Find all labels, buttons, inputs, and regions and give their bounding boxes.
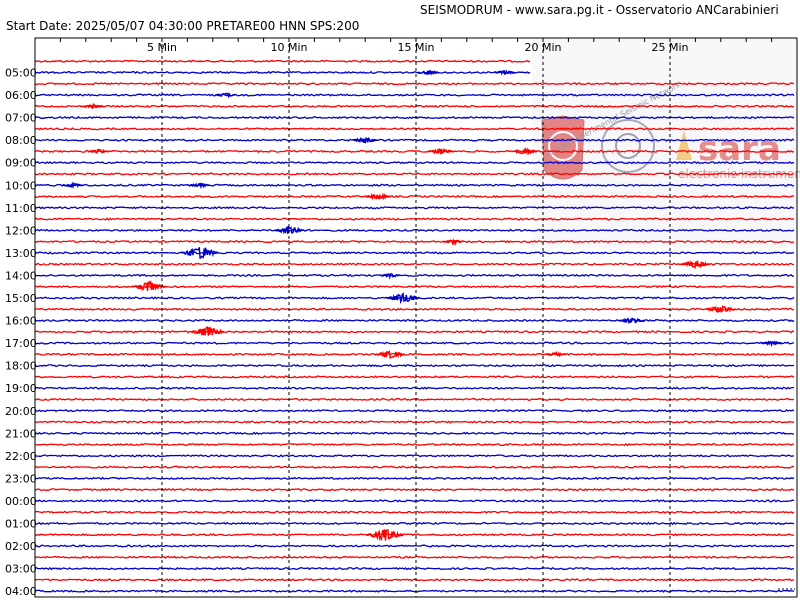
event-mark-10	[365, 192, 391, 201]
trace-line-24	[34, 330, 795, 334]
hour-label-0900: 09:00	[5, 157, 37, 170]
trace-line-22	[34, 307, 795, 311]
trace-line-19	[34, 273, 795, 278]
hour-label-1600: 16:00	[5, 315, 37, 328]
trace-line-41	[34, 521, 795, 526]
event-mark-12	[443, 238, 464, 247]
trace-line-17	[34, 251, 795, 255]
hour-label-1500: 15:00	[5, 292, 37, 305]
hour-label-2100: 21:00	[5, 427, 37, 440]
trace-line-25	[34, 341, 795, 345]
hour-label-0400: 04:00	[5, 585, 37, 598]
trace-line-15	[34, 228, 795, 232]
trace-line-23	[34, 318, 795, 323]
trace-line-45	[34, 566, 795, 571]
trace-line-39	[34, 499, 795, 503]
trace-line-26	[34, 352, 795, 356]
x-tick-label-25: 25 Min	[651, 41, 688, 54]
event-mark-4	[352, 137, 378, 144]
trace-line-8	[34, 149, 795, 154]
sara-watermark: Italian Experimental Seismic Network sara…	[532, 38, 800, 248]
trace-line-29	[34, 386, 795, 390]
event-mark-23	[545, 351, 567, 358]
event-mark-18	[705, 304, 736, 313]
event-mark-15	[380, 273, 401, 280]
hour-label-1200: 12:00	[5, 224, 37, 237]
trace-layer	[34, 59, 795, 593]
trace-line-40	[34, 510, 795, 514]
trace-line-32	[34, 420, 794, 424]
trace-line-42	[34, 533, 795, 537]
start-date-line: Start Date: 2025/05/07 04:30:00 PRETARE0…	[6, 19, 360, 33]
watermark: Italian Experimental Seismic Network sara…	[532, 38, 800, 248]
trace-line-47	[34, 589, 795, 593]
event-mark-1	[494, 69, 516, 76]
trace-line-37	[34, 476, 795, 481]
trace-line-28	[34, 375, 795, 379]
trace-line-38	[34, 488, 795, 492]
hour-label-0600: 06:00	[5, 89, 37, 102]
hour-label-1300: 13:00	[5, 247, 37, 260]
trace-line-33	[35, 431, 795, 435]
trace-line-27	[34, 363, 795, 368]
hour-label-0700: 07:00	[5, 112, 37, 125]
hour-label-2200: 22:00	[5, 450, 37, 463]
header-title: SEISMODRUM - www.sara.pg.it - Osservator…	[420, 3, 779, 17]
hour-label-1100: 11:00	[5, 202, 37, 215]
trace-line-44	[35, 555, 795, 559]
x-tick-label-15: 15 Min	[397, 41, 434, 54]
event-mark-3	[82, 102, 104, 110]
event-mark-21	[761, 340, 783, 348]
event-mark-17	[386, 292, 421, 305]
event-mark-0	[418, 70, 439, 76]
x-tick-label-20: 20 Min	[524, 41, 561, 54]
hour-label-0800: 08:00	[5, 134, 37, 147]
hour-label-1700: 17:00	[5, 337, 37, 350]
trace-line-34	[35, 442, 794, 447]
trace-line-0	[34, 59, 531, 63]
hour-label-1800: 18:00	[5, 360, 37, 373]
trace-line-46	[34, 578, 795, 582]
hour-label-2000: 20:00	[5, 405, 37, 418]
x-tick-label-5: 5 Min	[147, 41, 177, 54]
event-mark-8	[62, 181, 84, 190]
seismodrum-chart: Italian Experimental Seismic Network sara…	[5, 37, 800, 598]
x-tick-label-10: 10 Min	[270, 41, 307, 54]
hour-label-1000: 10:00	[5, 179, 37, 192]
hour-label-0100: 01:00	[5, 518, 37, 531]
trace-line-18	[34, 262, 795, 266]
hour-label-1400: 14:00	[5, 270, 37, 283]
trace-line-43	[34, 544, 795, 548]
event-mark-19	[619, 317, 645, 324]
trace-line-30	[34, 397, 795, 402]
trace-line-36	[34, 465, 794, 469]
hour-label-0500: 05:00	[5, 67, 37, 80]
hour-label-0300: 03:00	[5, 563, 37, 576]
trace-line-1	[34, 70, 531, 75]
hour-label-0200: 02:00	[5, 540, 37, 553]
trace-line-35	[34, 454, 795, 458]
hour-label-2300: 23:00	[5, 472, 37, 485]
trace-line-20	[34, 285, 795, 289]
event-mark-13	[180, 246, 219, 260]
hour-label-0000: 00:00	[5, 495, 37, 508]
hour-label-1900: 19:00	[5, 382, 37, 395]
trace-line-31	[34, 409, 795, 413]
